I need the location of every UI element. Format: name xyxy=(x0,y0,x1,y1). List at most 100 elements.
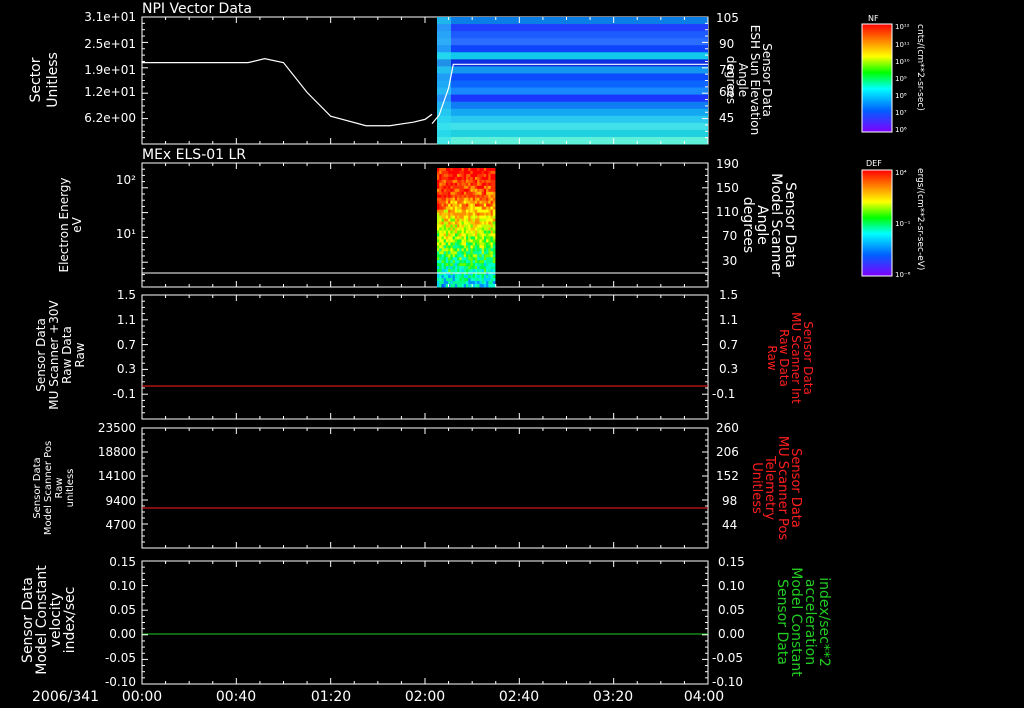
panel2-frame xyxy=(141,162,709,288)
spectrogram-band xyxy=(437,101,708,110)
p4-yrtick: 44 xyxy=(722,518,737,532)
p2-yrtick: 70 xyxy=(722,229,737,243)
panel1-sector-line xyxy=(142,58,433,127)
x-tick-label: 02:00 xyxy=(405,689,445,705)
spectrogram-cell xyxy=(492,170,496,175)
p5-ytick: 0.05 xyxy=(109,603,136,617)
p4-ylabel: Sensor Data xyxy=(32,457,43,518)
p3-ytick: -0.1 xyxy=(113,387,136,401)
spectrogram-cell xyxy=(492,203,496,208)
spectrogram-band xyxy=(437,87,708,96)
panel5-frame xyxy=(141,560,709,685)
p3-ytick: 0.7 xyxy=(117,338,136,352)
p3-ylabel: Raw xyxy=(73,342,87,367)
spectrogram-band xyxy=(437,108,708,117)
p1-ylabel: Unitless xyxy=(45,52,61,108)
spectrogram-cell xyxy=(492,248,496,252)
p5-yrtick: 0.00 xyxy=(718,627,745,641)
p5-ytick: 0.00 xyxy=(109,627,136,641)
spectrogram-band xyxy=(437,129,708,138)
stacked-time-series-chart: NPI Vector Data MEx ELS-01 LR 3.1e+01 2.… xyxy=(20,1,925,705)
p4-yrtick: 206 xyxy=(716,445,739,459)
p2-yrlabel: degrees xyxy=(740,197,756,253)
spectrogram-cell xyxy=(492,263,496,267)
p5-ytick: 0.10 xyxy=(109,579,136,593)
spectrogram-band xyxy=(437,115,708,124)
spectrogram-band xyxy=(437,31,708,39)
spectrogram-cell xyxy=(492,209,496,214)
spectrogram-cell xyxy=(492,185,496,190)
spectrogram-cell xyxy=(492,224,496,228)
p2-yrtick: 190 xyxy=(716,157,739,171)
x-tick-label: 00:00 xyxy=(122,689,162,705)
spectrogram-band xyxy=(437,66,708,74)
colorbar1-title: NF xyxy=(868,14,879,23)
p5-ylabel: index/sec xyxy=(62,587,78,654)
spectrogram-cell xyxy=(492,179,496,184)
p5-yrlabel: index/sec**2 xyxy=(816,577,832,667)
spectrogram-cell xyxy=(492,245,496,249)
p5-yrtick: 0.10 xyxy=(718,579,745,593)
panel1-spectrogram xyxy=(437,17,708,145)
cb1-tick: 10¹² xyxy=(895,23,910,31)
p1-ylabel: Sector xyxy=(28,57,44,102)
p4-ylabel: Model Scanner Pos xyxy=(43,441,54,535)
spectrogram-cell xyxy=(492,182,496,187)
p3-ytick: 0.3 xyxy=(117,362,136,376)
p3-yrtick: -0.1 xyxy=(712,387,735,401)
p1-yrtick: 105 xyxy=(716,11,739,25)
panel3-frame xyxy=(141,294,709,420)
spectrogram-band xyxy=(437,136,708,145)
cb1-tick: 10⁸ xyxy=(895,92,907,100)
p2-yrtick: 150 xyxy=(716,181,739,195)
p2-ylabel: Electron Energy xyxy=(57,177,71,272)
p2-ytick: 10¹ xyxy=(116,227,136,241)
p4-ylabel: unitless xyxy=(65,469,76,508)
p4-yrtick: 152 xyxy=(716,469,739,483)
p4-yrtick: 98 xyxy=(722,494,737,508)
colorbar1 xyxy=(861,23,893,133)
p5-yrtick: 0.05 xyxy=(718,603,745,617)
spectrogram-band xyxy=(437,73,708,81)
p3-ytick: 1.1 xyxy=(117,313,136,327)
p4-ylabel: Raw xyxy=(54,477,65,498)
spectrogram-cell xyxy=(492,236,496,240)
p1-ytick: 1.9e+01 xyxy=(84,63,136,77)
spectrogram-cell xyxy=(492,233,496,237)
spectrogram-cell xyxy=(492,191,496,196)
spectrogram-cell xyxy=(492,266,496,270)
colorbar2 xyxy=(861,169,893,277)
x-tick-label: 02:40 xyxy=(499,689,539,705)
p1-ytick: 6.2e+00 xyxy=(84,111,136,125)
p4-ytick: 18800 xyxy=(98,445,136,459)
p1-yrlabel: degrees xyxy=(724,56,738,104)
date-label: 2006/341 xyxy=(32,689,99,705)
spectrogram-cell xyxy=(492,173,496,178)
spectrogram-cell xyxy=(492,188,496,193)
cb1-tick: 10⁷ xyxy=(895,109,907,117)
spectrogram-cell xyxy=(492,218,496,222)
colorbar2-units: ergs/(cm**2-sr-sec-eV) xyxy=(915,168,925,270)
spectrogram-cell xyxy=(492,257,496,261)
spectrogram-band xyxy=(437,59,708,67)
spectrogram-cell xyxy=(492,197,496,202)
x-tick-label: 03:20 xyxy=(593,689,633,705)
p1-ytick: 2.5e+01 xyxy=(84,37,136,51)
spectrogram-band xyxy=(437,45,708,53)
cb1-tick: 10¹⁰ xyxy=(895,58,910,66)
spectrogram-cell xyxy=(492,230,496,234)
spectrogram-edge xyxy=(437,17,451,144)
p4-ytick: 9400 xyxy=(105,494,136,508)
p5-yrtick: 0.15 xyxy=(718,555,745,569)
p5-yrtick: -0.05 xyxy=(712,651,743,665)
spectrogram-cell xyxy=(492,242,496,246)
p3-ylabel: Sensor Data xyxy=(34,318,48,392)
p1-yrtick: 45 xyxy=(719,111,734,125)
spectrogram-band xyxy=(437,38,708,46)
p4-ytick: 4700 xyxy=(105,518,136,532)
p2-yrtick: 110 xyxy=(716,205,739,219)
p3-yrtick: 0.7 xyxy=(719,338,738,352)
panel2-title: MEx ELS-01 LR xyxy=(142,147,246,163)
spectrogram-cell xyxy=(492,221,496,225)
p1-ytick: 1.2e+01 xyxy=(84,85,136,99)
